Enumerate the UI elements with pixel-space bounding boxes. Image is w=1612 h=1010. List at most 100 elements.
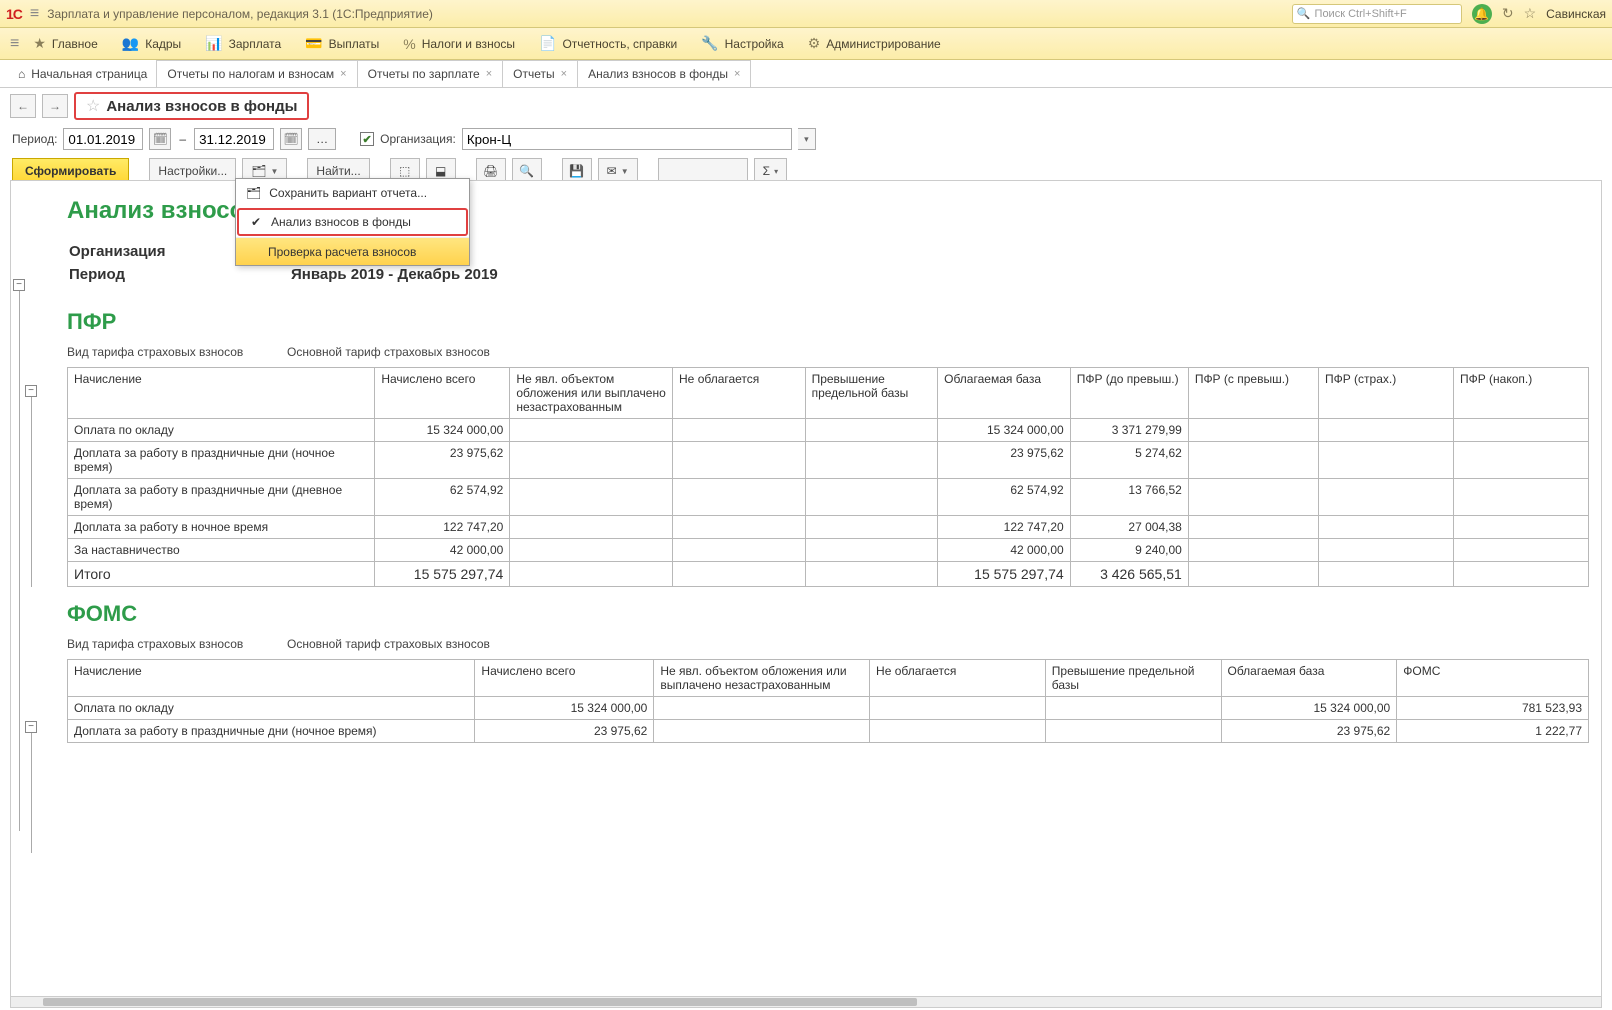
close-icon[interactable]: × [561, 68, 567, 80]
calendar-from-button[interactable]: 🗓 [149, 128, 171, 150]
save-variant-icon: 🗂 [246, 186, 261, 200]
cell [805, 479, 938, 516]
tab-home[interactable]: ⌂Начальная страница [8, 60, 157, 87]
cell-base: 42 000,00 [938, 539, 1071, 562]
card-icon: 💳 [305, 35, 322, 52]
period-picker-button[interactable]: … [308, 128, 336, 150]
dd-opt1-label: Анализ взносов в фонды [271, 215, 411, 229]
tariff-label: Вид тарифа страховых взносов [67, 637, 287, 651]
menu-reports[interactable]: 📄Отчетность, справки [529, 31, 687, 56]
org-input[interactable] [462, 128, 792, 150]
col-header: ПФР (с превыш.) [1188, 368, 1318, 419]
tab-taxes-reports[interactable]: Отчеты по налогам и взносам× [156, 60, 357, 87]
cell [1188, 539, 1318, 562]
star-icon: ★ [33, 35, 46, 52]
close-icon[interactable]: × [734, 68, 740, 80]
menu-taxes[interactable]: % Налоги и взносы [393, 32, 525, 56]
scrollbar-thumb[interactable] [43, 998, 918, 1006]
org-checkbox[interactable]: ✔ [360, 132, 374, 146]
menu-hr[interactable]: 👥 Кадры [112, 31, 191, 56]
params-row: Период: 🗓 – 🗓 … ✔ Организация: ▾ [0, 124, 1612, 154]
cell [654, 697, 870, 720]
cell [1318, 562, 1453, 587]
cell [1318, 539, 1453, 562]
tab-label: Отчеты [513, 67, 554, 81]
tariff-value: Основной тариф страховых взносов [287, 345, 490, 359]
global-search[interactable]: 🔍 Поиск Ctrl+Shift+F [1292, 4, 1462, 24]
nav-row: ← → ☆ Анализ взносов в фонды [0, 88, 1612, 124]
col-header: Начисление [68, 368, 375, 419]
menu-admin[interactable]: ⚙ Администрирование [798, 31, 951, 56]
search-placeholder: Поиск Ctrl+Shift+F [1315, 8, 1407, 20]
tab-contrib-analysis[interactable]: Анализ взносов в фонды× [577, 60, 751, 87]
report-area[interactable]: − − − Анализ взносов в фонды Организация… [10, 180, 1602, 1000]
cell [1453, 516, 1588, 539]
table-row: Доплата за работу в праздничные дни (дне… [68, 479, 1589, 516]
menu-salary[interactable]: 📊Зарплата [195, 31, 291, 56]
favorite-icon[interactable]: ☆ [1524, 5, 1537, 22]
menu-main[interactable]: ★ Главное [23, 31, 107, 56]
app-title: Зарплата и управление персоналом, редакц… [47, 7, 433, 21]
dd-check-option[interactable]: Проверка расчета взносов [236, 237, 469, 265]
horizontal-scrollbar[interactable] [10, 996, 1602, 1008]
cell [1453, 539, 1588, 562]
chart-icon: 📊 [205, 35, 222, 52]
org-label: Организация: [380, 132, 456, 146]
people-icon: 👥 [122, 35, 139, 52]
cell [1045, 697, 1221, 720]
fold-toggle[interactable]: − [13, 279, 25, 291]
menu-main-label: Главное [52, 37, 98, 51]
cell [1188, 442, 1318, 479]
tab-reports[interactable]: Отчеты × [502, 60, 578, 87]
col-header: ФОМС [1397, 660, 1589, 697]
notifications-icon[interactable]: 🔔 [1472, 4, 1492, 24]
dd-save-variant[interactable]: 🗂Сохранить вариант отчета... [236, 179, 469, 207]
org-dropdown-button[interactable]: ▾ [798, 128, 816, 150]
col-header: Не явл. объектом обложения или выплачено… [654, 660, 870, 697]
date-from-input[interactable] [63, 128, 143, 150]
cell [510, 442, 673, 479]
fold-toggle[interactable]: − [25, 721, 37, 733]
cell-base: 62 574,92 [938, 479, 1071, 516]
sections-icon[interactable]: ≡ [10, 35, 19, 53]
dd-analysis-option[interactable]: ✔Анализ взносов в фонды [237, 208, 468, 236]
open-tabs: ⌂Начальная страница Отчеты по налогам и … [0, 60, 1612, 88]
cell-base: 122 747,20 [938, 516, 1071, 539]
cell [1453, 479, 1588, 516]
date-to-input[interactable] [194, 128, 274, 150]
history-icon[interactable]: ↻ [1502, 5, 1514, 22]
calendar-to-button[interactable]: 🗓 [280, 128, 302, 150]
nav-back-button[interactable]: ← [10, 94, 36, 118]
menu-taxes-label: Налоги и взносы [422, 37, 515, 51]
gear-icon: ⚙ [808, 35, 821, 52]
tab-label: Отчеты по зарплате [368, 67, 480, 81]
pfr-tariff: Вид тарифа страховых взносовОсновной тар… [67, 345, 1589, 359]
tab-salary-reports[interactable]: Отчеты по зарплате × [357, 60, 504, 87]
close-icon[interactable]: × [486, 68, 492, 80]
current-user[interactable]: Савинская [1546, 7, 1606, 21]
table-row: За наставничество42 000,0042 000,009 240… [68, 539, 1589, 562]
favorite-star-icon[interactable]: ☆ [86, 96, 100, 116]
table-row: Оплата по окладу15 324 000,0015 324 000,… [68, 419, 1589, 442]
percent-icon: % [403, 36, 415, 52]
tariff-value: Основной тариф страховых взносов [287, 637, 490, 651]
fold-toggle[interactable]: − [25, 385, 37, 397]
cell [673, 516, 806, 539]
hamburger-icon[interactable]: ≡ [30, 5, 39, 23]
nav-forward-button[interactable]: → [42, 94, 68, 118]
cell [805, 419, 938, 442]
menu-payments[interactable]: 💳Выплаты [295, 31, 389, 56]
menu-hr-label: Кадры [145, 37, 181, 51]
col-header: Превышение предельной базы [1045, 660, 1221, 697]
cell-pfr1: 13 766,52 [1070, 479, 1188, 516]
cell [1188, 419, 1318, 442]
menu-settings[interactable]: 🔧Настройка [691, 31, 794, 56]
close-icon[interactable]: × [340, 68, 346, 80]
cell-base: 23 975,62 [1221, 720, 1397, 743]
cell-pfr1: 3 426 565,51 [1070, 562, 1188, 587]
table-row: Доплата за работу в праздничные дни (ноч… [68, 720, 1589, 743]
col-header: Не облагается [673, 368, 806, 419]
variants-dropdown: 🗂Сохранить вариант отчета... ✔Анализ взн… [235, 178, 470, 266]
table-row: Доплата за работу в праздничные дни (ноч… [68, 442, 1589, 479]
menu-admin-label: Администрирование [826, 37, 940, 51]
